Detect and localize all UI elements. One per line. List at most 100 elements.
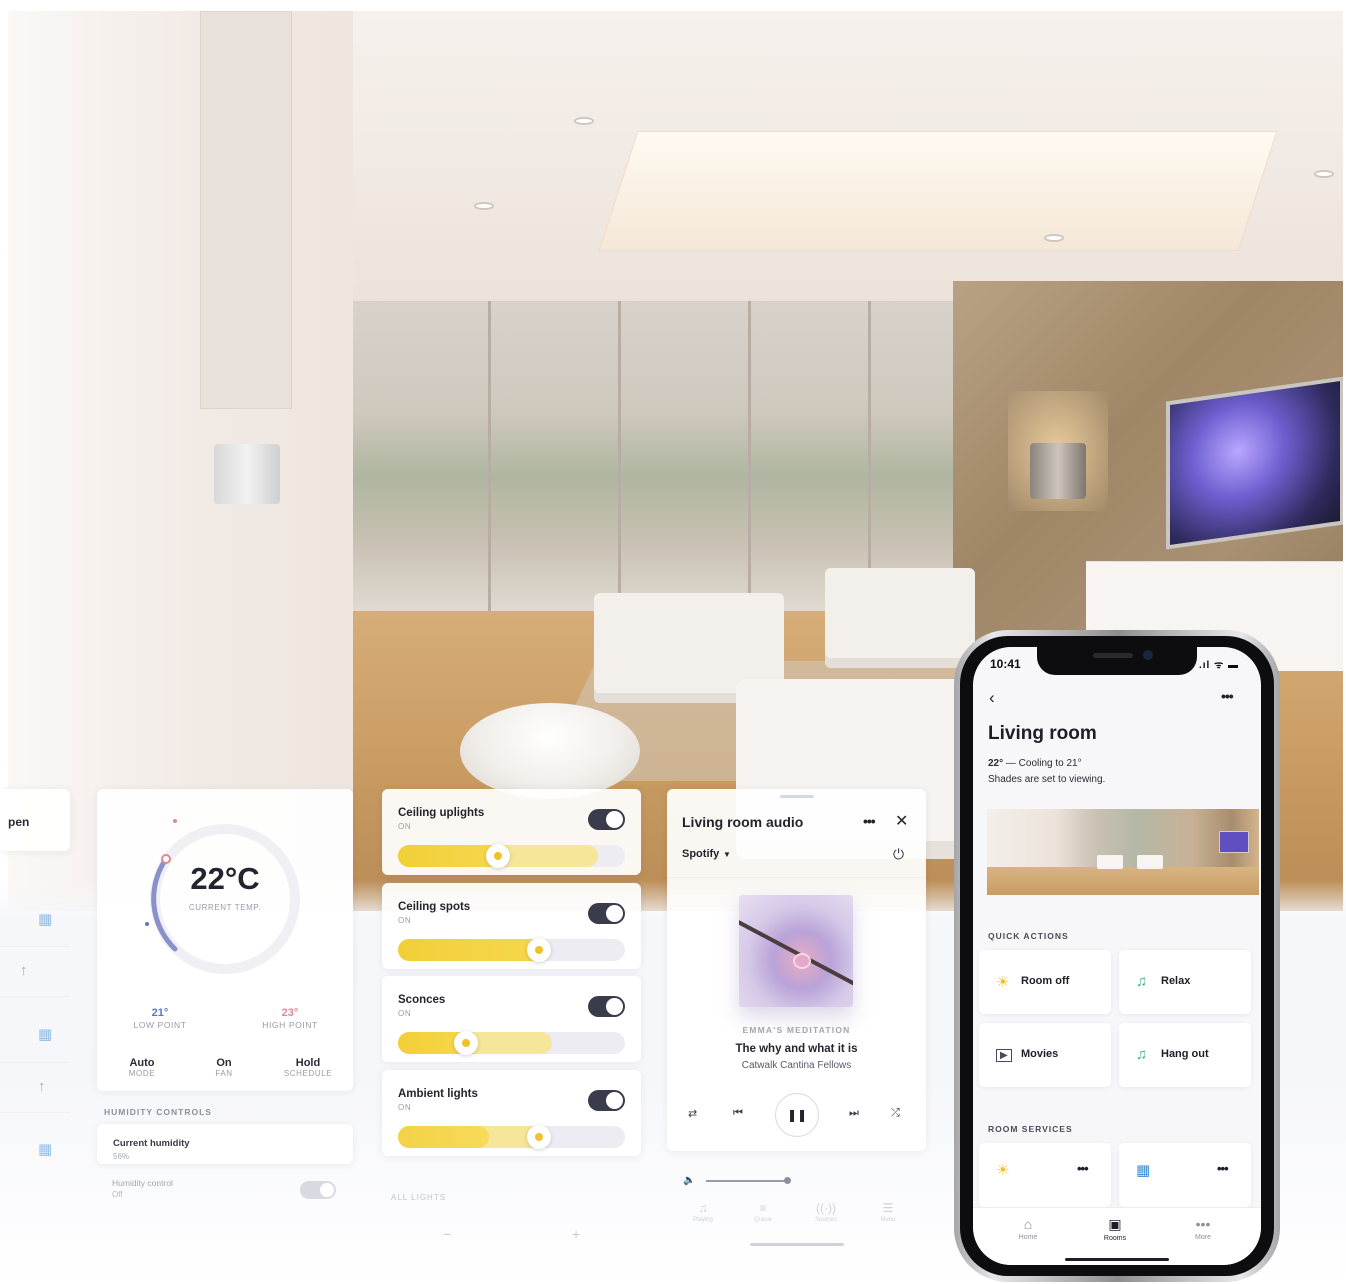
- tab-label: Rooms: [1103, 1235, 1127, 1242]
- tab-sources[interactable]: ((·)) Sources: [806, 1201, 846, 1223]
- tab-home[interactable]: ⌂ Home: [998, 1216, 1058, 1241]
- dimmer-knob[interactable]: [486, 844, 510, 868]
- window-shade-icon[interactable]: ▦: [38, 1025, 52, 1043]
- light-toggle[interactable]: [588, 903, 625, 924]
- service-more-button[interactable]: •••: [1077, 1161, 1089, 1176]
- arrow-up-icon[interactable]: ↑: [38, 1078, 46, 1095]
- chevron-down-icon[interactable]: ▼: [723, 850, 731, 859]
- divider: [0, 996, 70, 997]
- back-button[interactable]: ‹: [989, 688, 995, 708]
- tab-label: Queue: [753, 1217, 772, 1223]
- temperature-dial[interactable]: [145, 819, 305, 979]
- all-lights-up-button[interactable]: +: [572, 1226, 580, 1242]
- dimmer-knob[interactable]: [527, 938, 551, 962]
- quick-action-label: Movies: [1021, 1048, 1059, 1060]
- audio-card: Living room audio ••• ✕ Spotify ▼ ⏻ EMMA…: [667, 789, 926, 1151]
- tab-bar: ⌂ Home ▣ Rooms ••• More: [973, 1207, 1261, 1265]
- next-icon[interactable]: ⏭: [849, 1107, 859, 1120]
- volume-icon: 🔈: [683, 1175, 696, 1186]
- low-point[interactable]: 21° LOW POINT: [105, 1007, 215, 1030]
- dimmer-slider[interactable]: [398, 844, 625, 868]
- open-shades-card[interactable]: pen: [0, 789, 70, 851]
- previous-icon[interactable]: ⏮: [733, 1107, 743, 1120]
- high-point-marker: [173, 819, 177, 823]
- tab-more[interactable]: ••• More: [1173, 1216, 1233, 1241]
- home-indicator: [1065, 1258, 1169, 1261]
- dimmer-slider[interactable]: [398, 1125, 625, 1149]
- more-icon: •••: [1195, 1216, 1211, 1232]
- dimmer-knob[interactable]: [527, 1125, 551, 1149]
- tab-label: Sources: [814, 1217, 837, 1223]
- window-shade-icon[interactable]: ▦: [38, 910, 52, 928]
- open-label: pen: [8, 815, 30, 829]
- service-lights[interactable]: ☀ •••: [979, 1143, 1111, 1207]
- phone-screen: 10:41 .ıl ᯤ ▬ ‹ ••• Living room 22° — Co…: [973, 647, 1261, 1265]
- high-point[interactable]: 23° HIGH POINT: [235, 1007, 345, 1030]
- quick-action-movies[interactable]: ▶ Movies: [979, 1023, 1111, 1087]
- rooms-icon: ▣: [1108, 1216, 1122, 1232]
- home-icon: ⌂: [1023, 1216, 1033, 1232]
- screen-play-icon: ▶: [996, 1049, 1012, 1062]
- current-temp: 22°: [988, 758, 1004, 769]
- light-name: Ambient lights: [398, 1088, 478, 1100]
- home-indicator: [750, 1243, 844, 1246]
- high-point-value: 23°: [281, 1007, 299, 1019]
- volume-knob[interactable]: [784, 1177, 791, 1184]
- light-row: Ceiling uplights ON: [382, 789, 641, 875]
- fan-value: On: [216, 1057, 232, 1069]
- fan-label: FAN: [215, 1069, 233, 1078]
- light-toggle[interactable]: [588, 1090, 625, 1111]
- sun-icon: ☀: [996, 974, 1010, 991]
- repeat-icon[interactable]: ⇄: [688, 1107, 697, 1120]
- quick-action-hang-out[interactable]: ♫ Hang out: [1119, 1023, 1251, 1087]
- schedule-value: Hold: [295, 1057, 321, 1069]
- fan-setting[interactable]: On FAN: [179, 1057, 269, 1078]
- tab-label: More: [1195, 1234, 1211, 1241]
- armchair: [825, 568, 975, 668]
- tab-rooms[interactable]: ▣ Rooms: [1085, 1216, 1145, 1242]
- quick-action-relax[interactable]: ♫ Relax: [1119, 950, 1251, 1014]
- high-point-label: HIGH POINT: [262, 1020, 318, 1030]
- source-selector[interactable]: Spotify: [682, 848, 719, 860]
- window-shade-icon[interactable]: ▦: [38, 1140, 52, 1158]
- shades-status: Shades are set to viewing.: [988, 774, 1106, 785]
- music-note-icon: ♫: [1136, 1046, 1148, 1063]
- dimmer-knob[interactable]: [454, 1031, 478, 1055]
- schedule-setting[interactable]: Hold SCHEDULE: [263, 1057, 353, 1078]
- pause-button[interactable]: ❚❚: [775, 1093, 819, 1137]
- service-shades[interactable]: ▦ •••: [1119, 1143, 1251, 1207]
- light-toggle[interactable]: [588, 996, 625, 1017]
- shuffle-icon[interactable]: ⤮: [891, 1107, 900, 1120]
- climate-status: 22° — Cooling to 21°: [988, 758, 1082, 769]
- current-humidity-value: 56%: [113, 1152, 130, 1161]
- light-name: Ceiling spots: [398, 901, 471, 913]
- status-icons: .ıl ᯤ ▬: [1199, 660, 1240, 671]
- close-button[interactable]: ✕: [895, 811, 908, 831]
- audio-title: Living room audio: [682, 814, 804, 830]
- music-note-icon: ♫: [1136, 973, 1148, 990]
- quick-action-room-off[interactable]: ☀ Room off: [979, 950, 1111, 1014]
- sun-icon: ☀: [996, 1162, 1010, 1179]
- more-button[interactable]: •••: [863, 813, 876, 829]
- humidity-control-toggle[interactable]: [300, 1181, 336, 1199]
- volume-slider[interactable]: [706, 1180, 788, 1182]
- playing-icon: ♫: [698, 1201, 708, 1215]
- dimmer-slider[interactable]: [398, 1031, 625, 1055]
- tab-menu[interactable]: ☰ Menu: [868, 1201, 908, 1223]
- service-more-button[interactable]: •••: [1217, 1161, 1229, 1176]
- wall-sconce: [1030, 443, 1086, 499]
- album-name: Catwalk Cantina Fellows: [741, 1060, 852, 1071]
- all-lights-down-button[interactable]: −: [443, 1226, 451, 1242]
- mode-setting[interactable]: Auto MODE: [97, 1057, 187, 1078]
- dimmer-slider[interactable]: [398, 938, 625, 962]
- status-time: 10:41: [990, 657, 1021, 671]
- tab-playing[interactable]: ♫ Playing: [683, 1201, 723, 1223]
- more-button[interactable]: •••: [1221, 688, 1234, 704]
- power-icon[interactable]: ⏻: [893, 846, 904, 863]
- drag-handle[interactable]: [780, 795, 814, 798]
- light-toggle[interactable]: [588, 809, 625, 830]
- tab-queue[interactable]: ≡ Queue: [743, 1201, 783, 1223]
- light-name: Sconces: [398, 994, 446, 1006]
- ottoman: [460, 703, 640, 799]
- arrow-up-icon[interactable]: ↑: [20, 962, 28, 979]
